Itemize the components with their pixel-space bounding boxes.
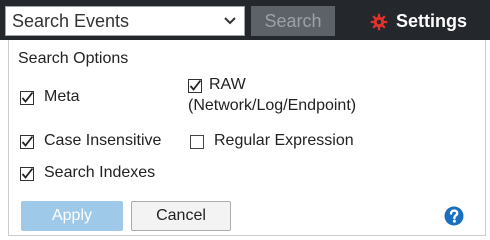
option-regular-expression[interactable]: Regular Expression bbox=[190, 132, 360, 152]
checkbox-unchecked-icon bbox=[190, 135, 204, 149]
option-meta[interactable]: Meta bbox=[20, 88, 170, 108]
option-case-insensitive[interactable]: Case Insensitive bbox=[20, 132, 180, 152]
search-indexes-label: Search Indexes bbox=[44, 164, 156, 181]
meta-label: Meta bbox=[44, 88, 80, 105]
cancel-button[interactable]: Cancel bbox=[131, 201, 231, 231]
regular-expression-checkbox[interactable] bbox=[190, 135, 204, 149]
raw-label: RAW bbox=[209, 76, 246, 93]
search-button[interactable]: Search bbox=[251, 6, 335, 36]
search-type-select[interactable]: Search Events bbox=[5, 6, 245, 36]
checkbox-checked-icon bbox=[20, 135, 34, 149]
meta-checkbox[interactable] bbox=[20, 91, 34, 105]
gear-icon bbox=[370, 13, 388, 31]
settings-label: Settings bbox=[396, 11, 468, 31]
raw-checkbox[interactable] bbox=[188, 79, 202, 93]
regular-expression-label: Regular Expression bbox=[214, 132, 354, 149]
raw-sublabel: (Network/Log/Endpoint) bbox=[188, 97, 357, 114]
option-search-indexes[interactable]: Search Indexes bbox=[20, 164, 170, 184]
search-type-select-value: Search Events bbox=[12, 11, 130, 31]
apply-button[interactable]: Apply bbox=[21, 201, 123, 231]
search-toolbar: Search Events Search Settings bbox=[0, 0, 490, 40]
search-indexes-checkbox[interactable] bbox=[20, 167, 34, 181]
chevron-down-icon bbox=[224, 17, 236, 25]
checkbox-checked-icon bbox=[188, 79, 202, 93]
case-insensitive-checkbox[interactable] bbox=[20, 135, 34, 149]
option-raw[interactable]: RAW (Network/Log/Endpoint) bbox=[188, 76, 388, 116]
checkbox-checked-icon bbox=[20, 91, 34, 105]
help-icon[interactable] bbox=[444, 206, 464, 226]
settings-button[interactable]: Settings bbox=[350, 6, 484, 36]
search-options-heading: Search Options bbox=[18, 50, 129, 67]
case-insensitive-label: Case Insensitive bbox=[44, 132, 162, 149]
checkbox-checked-icon bbox=[20, 167, 34, 181]
